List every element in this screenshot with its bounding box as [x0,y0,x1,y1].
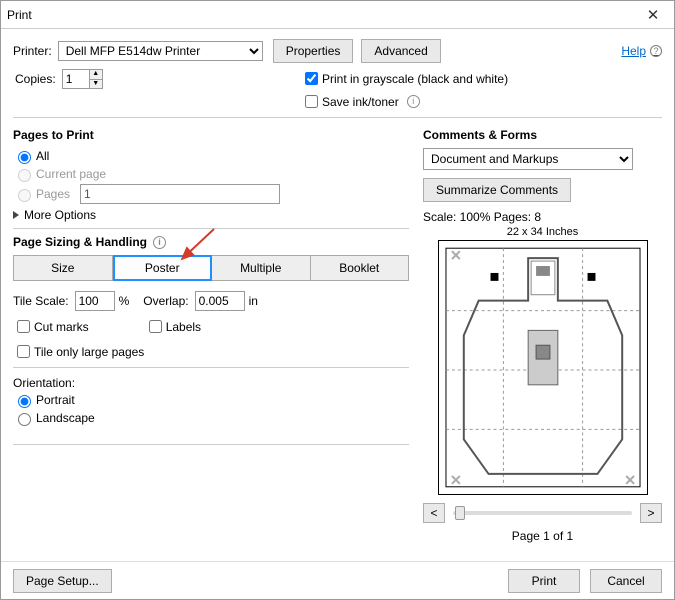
radio-landscape-label: Landscape [36,411,95,425]
overlap-label: Overlap: [143,294,188,308]
copies-spinner[interactable]: ▲ ▼ [62,69,103,89]
info-icon: i [153,236,166,249]
comments-heading: Comments & Forms [423,128,662,142]
advanced-button[interactable]: Advanced [361,39,440,63]
page-slider[interactable] [453,511,632,515]
more-options-toggle[interactable]: More Options [13,208,409,222]
comments-select[interactable]: Document and Markups [423,148,633,170]
radio-current [18,169,31,182]
radio-pages [18,189,31,202]
print-dialog: Print ✕ Printer: Dell MFP E514dw Printer… [0,0,675,600]
radio-current-label: Current page [36,167,106,181]
preview-dims: 22 x 34 Inches [423,226,662,238]
dialog-footer: Page Setup... Print Cancel [1,561,674,599]
preview-svg [444,246,642,489]
page-setup-button[interactable]: Page Setup... [13,569,112,593]
triangle-icon [13,211,19,219]
printer-label: Printer: [13,44,52,58]
grayscale-label: Print in grayscale (black and white) [322,72,508,86]
pages-to-print-heading: Pages to Print [13,128,409,142]
next-page-button[interactable]: > [640,503,662,523]
prev-page-button[interactable]: < [423,503,445,523]
tilescale-label: Tile Scale: [13,294,69,308]
copies-down[interactable]: ▼ [89,79,103,89]
close-button[interactable]: ✕ [638,6,668,24]
cutmarks-checkbox[interactable] [17,320,30,333]
radio-pages-label: Pages [36,187,70,201]
overlap-unit: in [249,294,258,308]
tab-multiple[interactable]: Multiple [212,255,311,281]
help-icon: ? [650,45,662,57]
tileonly-checkbox[interactable] [17,345,30,358]
tab-size[interactable]: Size [13,255,113,281]
radio-all[interactable] [18,151,31,164]
copies-up[interactable]: ▲ [89,69,103,79]
pages-input [80,184,280,204]
radio-landscape[interactable] [18,413,31,426]
tab-poster[interactable]: Poster [113,255,213,281]
cancel-button[interactable]: Cancel [590,569,662,593]
help-link[interactable]: Help? [621,44,662,58]
copies-label: Copies: [15,72,56,86]
grayscale-checkbox[interactable] [305,72,318,85]
radio-all-label: All [36,149,49,163]
window-title: Print [7,8,638,22]
scale-line: Scale: 100% Pages: 8 [423,210,662,224]
printer-select[interactable]: Dell MFP E514dw Printer [58,41,263,61]
preview-box [438,240,648,495]
sizing-tabs: Size Poster Multiple Booklet [13,255,409,281]
saveink-checkbox[interactable] [305,95,318,108]
info-icon: i [407,95,420,108]
copies-input[interactable] [62,69,90,89]
page-label: Page 1 of 1 [423,529,662,543]
tilescale-unit: % [119,294,130,308]
print-button[interactable]: Print [508,569,580,593]
tab-booklet[interactable]: Booklet [311,255,410,281]
radio-portrait[interactable] [18,395,31,408]
sizing-heading: Page Sizing & Handling [13,235,147,249]
labels-checkbox[interactable] [149,320,162,333]
properties-button[interactable]: Properties [273,39,354,63]
summarize-button[interactable]: Summarize Comments [423,178,571,202]
titlebar: Print ✕ [1,1,674,29]
overlap-input[interactable] [195,291,245,311]
orientation-heading: Orientation: [13,376,409,390]
saveink-label: Save ink/toner [322,95,399,109]
tilescale-input[interactable] [75,291,115,311]
slider-thumb[interactable] [455,506,465,520]
radio-portrait-label: Portrait [36,393,75,407]
